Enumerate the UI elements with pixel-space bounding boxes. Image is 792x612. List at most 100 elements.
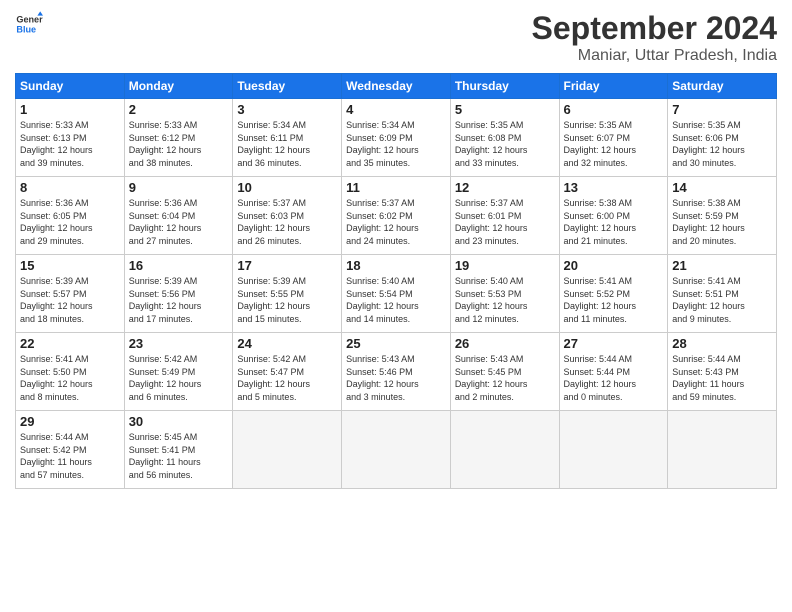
cell-info: Sunrise: 5:37 AM Sunset: 6:02 PM Dayligh… (346, 197, 446, 247)
table-row: 4Sunrise: 5:34 AM Sunset: 6:09 PM Daylig… (342, 99, 451, 177)
calendar-row: 15Sunrise: 5:39 AM Sunset: 5:57 PM Dayli… (16, 255, 777, 333)
svg-text:General: General (16, 15, 43, 25)
table-row: 5 Sunrise: 5:35 AM Sunset: 6:08 PM Daylig… (450, 99, 559, 177)
header-friday: Friday (559, 74, 668, 99)
day-number: 29 (20, 414, 120, 429)
table-row: 7Sunrise: 5:35 AM Sunset: 6:06 PM Daylig… (668, 99, 777, 177)
day-number: 26 (455, 336, 555, 351)
cell-info: Sunrise: 5:44 AM Sunset: 5:43 PM Dayligh… (672, 353, 772, 403)
table-row (342, 411, 451, 489)
cell-info: Sunrise: 5:40 AM Sunset: 5:54 PM Dayligh… (346, 275, 446, 325)
weekday-header-row: Sunday Monday Tuesday Wednesday Thursday… (16, 74, 777, 99)
day-number: 11 (346, 180, 446, 195)
header: General Blue September 2024 Maniar, Utta… (15, 10, 777, 65)
table-row (668, 411, 777, 489)
header-thursday: Thursday (450, 74, 559, 99)
table-row: 12 Sunrise: 5:37 AM Sunset: 6:01 PM Dayli… (450, 177, 559, 255)
day-number: 19 (455, 258, 555, 273)
table-row: 15Sunrise: 5:39 AM Sunset: 5:57 PM Dayli… (16, 255, 125, 333)
day-number: 27 (564, 336, 664, 351)
cell-info: Sunrise: 5:34 AM Sunset: 6:11 PM Dayligh… (237, 119, 337, 169)
table-row: 1Sunrise: 5:33 AM Sunset: 6:13 PM Daylig… (16, 99, 125, 177)
cell-info: Sunrise: 5:36 AM Sunset: 6:05 PM Dayligh… (20, 197, 120, 247)
day-number: 10 (237, 180, 337, 195)
table-row: 30 Sunrise: 5:45 AM Sunset: 5:41 PM Dayli… (124, 411, 233, 489)
table-row: 9 Sunrise: 5:36 AM Sunset: 6:04 PM Daylig… (124, 177, 233, 255)
day-number: 1 (20, 102, 120, 117)
calendar-row: 1Sunrise: 5:33 AM Sunset: 6:13 PM Daylig… (16, 99, 777, 177)
table-row: 14Sunrise: 5:38 AM Sunset: 5:59 PM Dayli… (668, 177, 777, 255)
cell-info: Sunrise: 5:35 AM Sunset: 6:08 PM Dayligh… (455, 119, 555, 169)
day-number: 22 (20, 336, 120, 351)
day-number: 28 (672, 336, 772, 351)
table-row: 11 Sunrise: 5:37 AM Sunset: 6:02 PM Dayli… (342, 177, 451, 255)
table-row: 16 Sunrise: 5:39 AM Sunset: 5:56 PM Dayli… (124, 255, 233, 333)
table-row: 13 Sunrise: 5:38 AM Sunset: 6:00 PM Dayli… (559, 177, 668, 255)
table-row: 29 Sunrise: 5:44 AM Sunset: 5:42 PM Dayli… (16, 411, 125, 489)
day-number: 8 (20, 180, 120, 195)
cell-info: Sunrise: 5:37 AM Sunset: 6:01 PM Dayligh… (455, 197, 555, 247)
header-wednesday: Wednesday (342, 74, 451, 99)
page: General Blue September 2024 Maniar, Utta… (0, 0, 792, 612)
day-number: 16 (129, 258, 229, 273)
day-number: 7 (672, 102, 772, 117)
table-row: 25Sunrise: 5:43 AM Sunset: 5:46 PM Dayli… (342, 333, 451, 411)
cell-info: Sunrise: 5:41 AM Sunset: 5:50 PM Dayligh… (20, 353, 120, 403)
cell-info: Sunrise: 5:39 AM Sunset: 5:55 PM Dayligh… (237, 275, 337, 325)
table-row: 20Sunrise: 5:41 AM Sunset: 5:52 PM Dayli… (559, 255, 668, 333)
table-row (559, 411, 668, 489)
day-number: 2 (129, 102, 229, 117)
cell-info: Sunrise: 5:42 AM Sunset: 5:49 PM Dayligh… (129, 353, 229, 403)
cell-info: Sunrise: 5:43 AM Sunset: 5:45 PM Dayligh… (455, 353, 555, 403)
cell-info: Sunrise: 5:38 AM Sunset: 6:00 PM Dayligh… (564, 197, 664, 247)
day-number: 30 (129, 414, 229, 429)
calendar-table: Sunday Monday Tuesday Wednesday Thursday… (15, 73, 777, 489)
table-row (450, 411, 559, 489)
table-row: 6Sunrise: 5:35 AM Sunset: 6:07 PM Daylig… (559, 99, 668, 177)
day-number: 9 (129, 180, 229, 195)
cell-info: Sunrise: 5:42 AM Sunset: 5:47 PM Dayligh… (237, 353, 337, 403)
location-title: Maniar, Uttar Pradesh, India (532, 47, 777, 65)
table-row: 28 Sunrise: 5:44 AM Sunset: 5:43 PM Dayli… (668, 333, 777, 411)
table-row: 2 Sunrise: 5:33 AM Sunset: 6:12 PM Daylig… (124, 99, 233, 177)
month-title: September 2024 (532, 10, 777, 47)
day-number: 13 (564, 180, 664, 195)
table-row: 18 Sunrise: 5:40 AM Sunset: 5:54 PM Dayli… (342, 255, 451, 333)
table-row: 3 Sunrise: 5:34 AM Sunset: 6:11 PM Daylig… (233, 99, 342, 177)
day-number: 6 (564, 102, 664, 117)
header-monday: Monday (124, 74, 233, 99)
cell-info: Sunrise: 5:45 AM Sunset: 5:41 PM Dayligh… (129, 431, 229, 481)
cell-info: Sunrise: 5:34 AM Sunset: 6:09 PM Dayligh… (346, 119, 446, 169)
cell-info: Sunrise: 5:36 AM Sunset: 6:04 PM Dayligh… (129, 197, 229, 247)
cell-info: Sunrise: 5:37 AM Sunset: 6:03 PM Dayligh… (237, 197, 337, 247)
title-block: September 2024 Maniar, Uttar Pradesh, In… (532, 10, 777, 65)
header-saturday: Saturday (668, 74, 777, 99)
table-row: 22 Sunrise: 5:41 AM Sunset: 5:50 PM Dayli… (16, 333, 125, 411)
svg-text:Blue: Blue (16, 24, 36, 34)
cell-info: Sunrise: 5:44 AM Sunset: 5:44 PM Dayligh… (564, 353, 664, 403)
cell-info: Sunrise: 5:44 AM Sunset: 5:42 PM Dayligh… (20, 431, 120, 481)
day-number: 18 (346, 258, 446, 273)
cell-info: Sunrise: 5:39 AM Sunset: 5:56 PM Dayligh… (129, 275, 229, 325)
day-number: 20 (564, 258, 664, 273)
day-number: 25 (346, 336, 446, 351)
calendar-row: 8 Sunrise: 5:36 AM Sunset: 6:05 PM Daylig… (16, 177, 777, 255)
day-number: 21 (672, 258, 772, 273)
day-number: 24 (237, 336, 337, 351)
cell-info: Sunrise: 5:41 AM Sunset: 5:51 PM Dayligh… (672, 275, 772, 325)
table-row: 19Sunrise: 5:40 AM Sunset: 5:53 PM Dayli… (450, 255, 559, 333)
day-number: 23 (129, 336, 229, 351)
table-row: 27 Sunrise: 5:44 AM Sunset: 5:44 PM Dayli… (559, 333, 668, 411)
table-row: 17 Sunrise: 5:39 AM Sunset: 5:55 PM Dayli… (233, 255, 342, 333)
cell-info: Sunrise: 5:39 AM Sunset: 5:57 PM Dayligh… (20, 275, 120, 325)
logo-icon: General Blue (15, 10, 43, 38)
day-number: 5 (455, 102, 555, 117)
table-row: 24 Sunrise: 5:42 AM Sunset: 5:47 PM Dayli… (233, 333, 342, 411)
header-sunday: Sunday (16, 74, 125, 99)
day-number: 14 (672, 180, 772, 195)
cell-info: Sunrise: 5:33 AM Sunset: 6:12 PM Dayligh… (129, 119, 229, 169)
day-number: 17 (237, 258, 337, 273)
day-number: 12 (455, 180, 555, 195)
day-number: 3 (237, 102, 337, 117)
header-tuesday: Tuesday (233, 74, 342, 99)
